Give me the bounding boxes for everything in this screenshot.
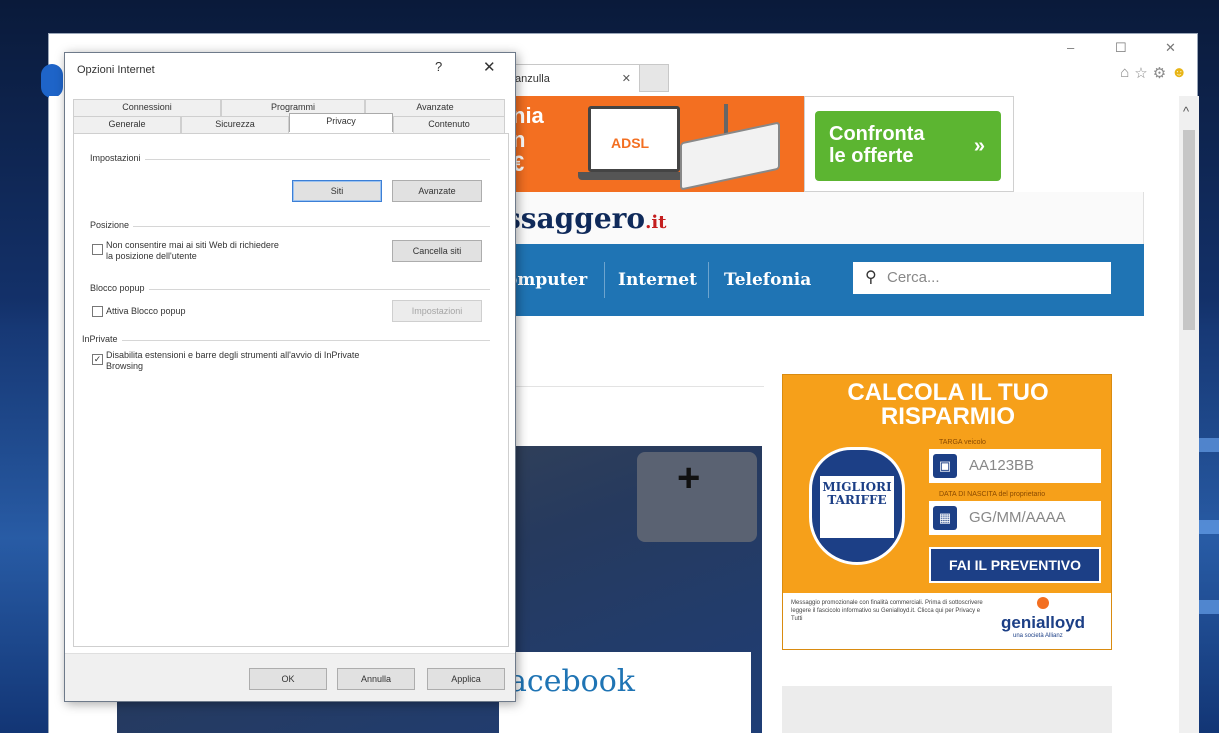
ad-placeholder [782,686,1112,733]
location-checkbox[interactable] [92,244,103,255]
birthdate-placeholder: GG/MM/AAAA [969,509,1066,526]
internet-options-dialog: Opzioni Internet ? ✕ Connessioni Program… [64,52,516,702]
nav-separator [708,262,709,298]
inprivate-checkbox-label: Disabilita estensioni e barre degli stru… [106,350,360,371]
compare-offers-ad: Confronta le offerte » [804,96,1014,192]
tab-title: anzulla [515,73,550,85]
brand-subtitle: una società Allianz [1013,633,1063,639]
tab-sicurezza[interactable]: Sicurezza [181,116,289,133]
favorites-star-icon[interactable]: ☆ [1134,64,1147,82]
adsl-ad-banner[interactable]: nia n € ADSL [504,96,804,192]
feedback-smiley-icon[interactable]: ☻ [1171,64,1187,82]
laptop-base [578,172,690,180]
section-divider [90,159,490,160]
nav-internet[interactable]: Internet [618,270,697,290]
chevron-right-icon: » [973,135,985,157]
browser-tab[interactable]: anzulla ✕ [504,64,640,92]
site-logo[interactable]: ssaggero.it [505,202,667,235]
section-blocco-popup: Blocco popup [90,283,149,293]
tab-privacy[interactable]: Privacy [289,113,393,132]
popup-blocker-label: Attiva Blocco popup [106,306,186,316]
article-title: acebook [509,664,635,699]
content-divider [504,386,764,387]
minimize-button[interactable]: – [1067,40,1074,55]
plate-input[interactable]: ▣ AA123BB [929,449,1101,483]
nav-telefonia[interactable]: Telefonia [724,270,811,290]
car-icon: ▣ [933,454,957,478]
home-icon[interactable]: ⌂ [1120,64,1129,82]
new-tab-button[interactable] [639,64,669,92]
award-badge: MIGLIORI TARIFFE [809,447,905,565]
scroll-up-icon[interactable]: ^ [1183,104,1189,119]
popup-settings-button[interactable]: Impostazioni [392,300,482,322]
search-input[interactable]: ⚲ Cerca... [853,262,1111,294]
ok-button[interactable]: OK [249,668,327,690]
plate-label: TARGA veicolo [939,439,986,446]
site-masthead: ssaggero.it [504,192,1144,244]
nav-computer[interactable]: omputer [506,270,587,290]
tab-generale[interactable]: Generale [73,116,181,133]
insurance-ad-footer: Messaggio promozionale con finalità comm… [783,593,1111,649]
apply-button[interactable]: Applica [427,668,505,690]
tab-close-icon[interactable]: ✕ [622,72,631,85]
scroll-thumb[interactable] [1183,130,1195,330]
adsl-label: ADSL [611,135,650,151]
close-window-button[interactable]: ✕ [1165,40,1176,56]
section-impostazioni: Impostazioni [90,153,145,163]
close-icon[interactable]: ✕ [483,58,496,76]
tab-row-front: Generale Sicurezza Privacy Contenuto [73,113,505,133]
ad-text-fragment: nia n € [512,103,544,176]
site-navbar: omputer Internet Telefonia ⚲ Cerca... [504,244,1144,316]
dialog-title: Opzioni Internet [77,64,155,76]
section-posizione: Posizione [90,220,134,230]
insurance-ad-title: CALCOLA IL TUO RISPARMIO [847,379,1049,430]
tab-connessioni[interactable]: Connessioni [73,99,221,116]
logo-text: ssaggero [505,202,646,235]
location-checkbox-label: Non consentire mai ai siti Web di richie… [106,240,279,261]
browser-toolbar: ⌂ ☆ ⚙ ☻ [1120,64,1187,82]
plus-key-glyph: + [677,456,701,500]
dialog-footer: OK Annulla Applica [65,653,515,701]
get-quote-button[interactable]: FAI IL PREVENTIVO [929,547,1101,583]
router-illustration [680,121,780,191]
search-placeholder: Cerca... [887,269,940,286]
plate-placeholder: AA123BB [969,457,1035,474]
calendar-icon: ▦ [933,506,957,530]
section-divider [90,226,490,227]
section-divider [90,340,490,341]
advanced-button[interactable]: Avanzate [392,180,482,202]
back-button[interactable] [41,64,63,98]
inprivate-checkbox[interactable]: ✓ [92,354,103,365]
laptop-illustration: ADSL [588,106,680,172]
compare-offers-button[interactable]: Confronta le offerte » [815,111,1001,181]
dialog-body: Connessioni Programmi Avanzate Generale … [73,93,509,651]
privacy-panel: Impostazioni Siti Avanzate Posizione Non… [73,133,509,647]
maximize-button[interactable]: ☐ [1115,40,1127,56]
settings-gear-icon[interactable]: ⚙ [1153,64,1166,82]
section-divider [90,289,490,290]
brand-logo[interactable]: genialloyd [1001,613,1085,633]
tab-contenuto[interactable]: Contenuto [393,116,505,133]
birthdate-input[interactable]: ▦ GG/MM/AAAA [929,501,1101,535]
birthdate-label: DATA DI NASCITA del proprietario [939,491,1046,498]
clear-sites-button[interactable]: Cancella siti [392,240,482,262]
brand-logo-dot [1037,597,1049,609]
ad-fine-print: Messaggio promozionale con finalità comm… [791,600,983,622]
compare-offers-text: Confronta le offerte [829,123,925,167]
article-title-box[interactable]: acebook [499,652,751,733]
help-icon[interactable]: ? [435,59,442,74]
nav-separator [604,262,605,298]
section-inprivate: InPrivate [82,334,122,344]
search-icon: ⚲ [865,269,877,286]
logo-suffix: .it [645,212,667,233]
sites-button[interactable]: Siti [292,180,382,202]
vertical-scrollbar[interactable]: ^ [1179,96,1199,733]
insurance-ad: CALCOLA IL TUO RISPARMIO MIGLIORI TARIFF… [782,374,1112,650]
popup-blocker-checkbox[interactable] [92,306,103,317]
cancel-button[interactable]: Annulla [337,668,415,690]
badge-text: MIGLIORI TARIFFE [820,476,894,538]
